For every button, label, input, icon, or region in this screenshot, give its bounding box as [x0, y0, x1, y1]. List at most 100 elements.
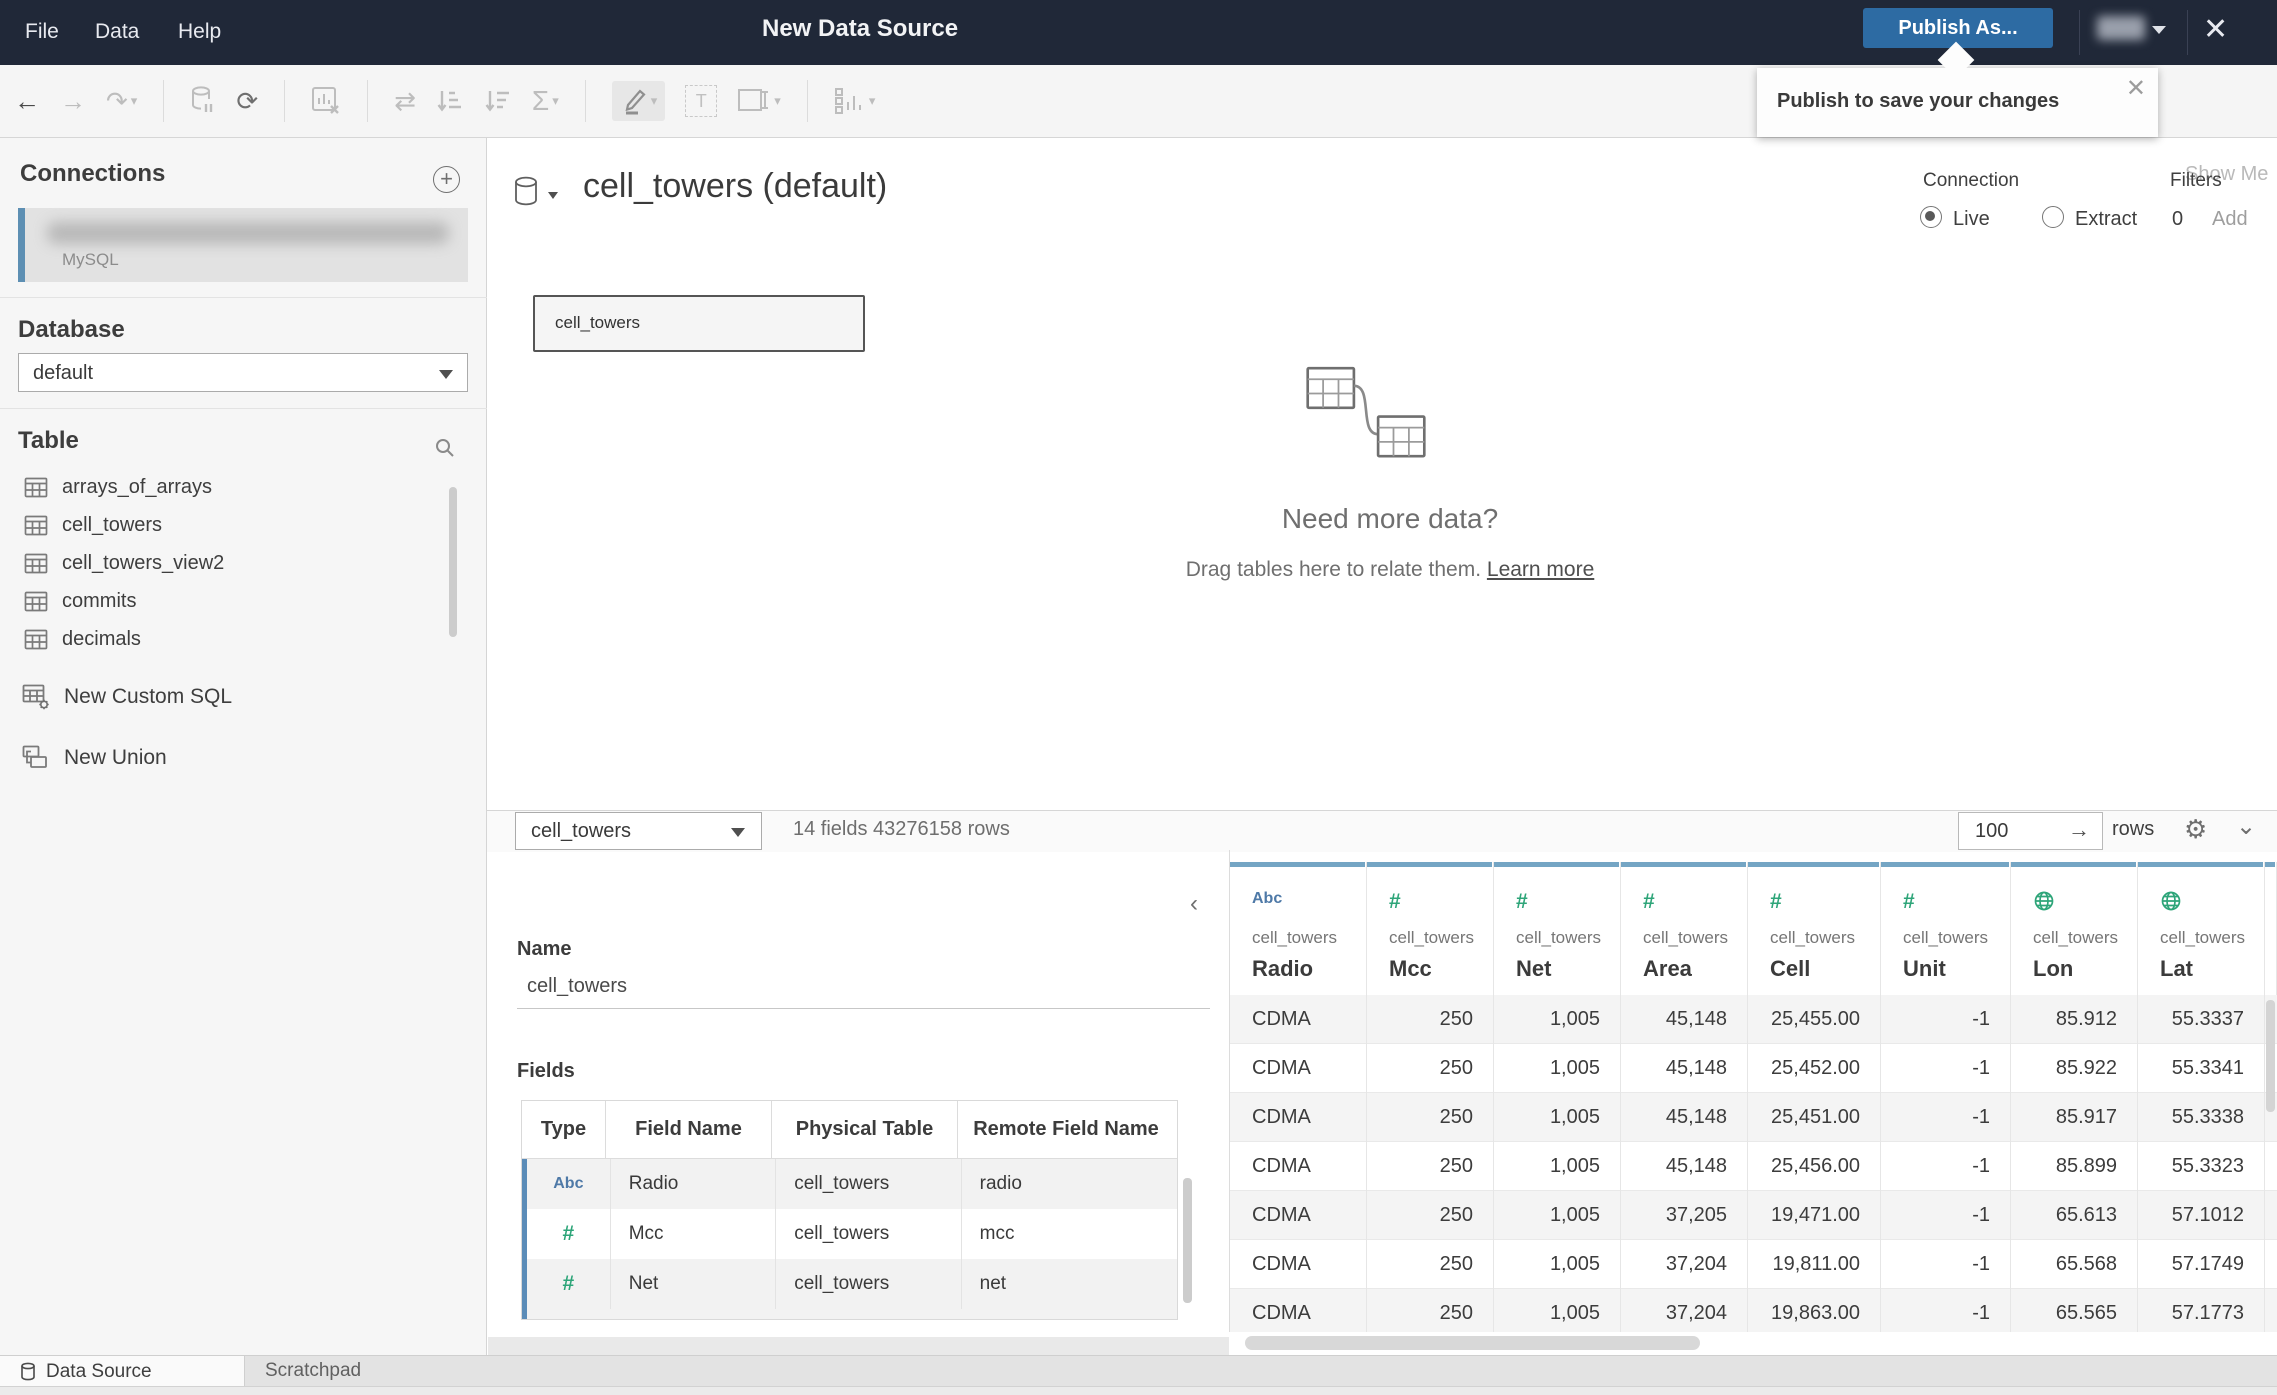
undo-icon[interactable]: ←	[14, 86, 40, 117]
row-count-apply-icon[interactable]: →	[2068, 817, 2090, 843]
fields-row[interactable]: # Mcc cell_towers mcc	[522, 1209, 1177, 1259]
grid-cell[interactable]: -1	[1881, 1289, 2011, 1332]
canvas-table-node[interactable]: cell_towers	[533, 295, 865, 352]
grid-cell[interactable]: 45,148	[1621, 1142, 1748, 1191]
grid-cell[interactable]: 1,005	[1494, 1240, 1621, 1289]
show-me-caret-icon[interactable]: ▾	[869, 93, 876, 109]
highlight-caret-icon[interactable]: ▾	[651, 93, 658, 109]
preview-settings-gear-icon[interactable]: ⚙	[2184, 814, 2207, 845]
grid-cell[interactable]: 57.1773	[2138, 1289, 2265, 1332]
extract-radio-label[interactable]: Extract	[2075, 208, 2137, 231]
grid-cell[interactable]: CDMA	[1230, 1093, 1367, 1142]
grid-column-header[interactable]: Abc cell_towers Radio	[1230, 862, 1367, 995]
live-radio[interactable]	[1920, 206, 1942, 228]
grid-cell[interactable]: 85.899	[2011, 1142, 2138, 1191]
show-me-icon[interactable]: ▾	[834, 86, 876, 116]
totals-caret-icon[interactable]: ▾	[552, 93, 559, 109]
grid-row[interactable]: CDMA 250 1,005 45,148 25,455.00 -1 85.912 55.33…	[1230, 995, 2277, 1044]
grid-cell[interactable]: 250	[1367, 1240, 1494, 1289]
grid-cell[interactable]: 65.568	[2011, 1240, 2138, 1289]
grid-cell[interactable]: 1,005	[1494, 1093, 1621, 1142]
datasource-type-icon[interactable]	[513, 176, 541, 213]
menu-data[interactable]: Data	[95, 20, 139, 44]
tab-scratchpad[interactable]: Scratchpad	[265, 1360, 361, 1382]
datasource-pause-icon[interactable]	[190, 86, 216, 116]
grid-cell[interactable]: 19,471.00	[1748, 1191, 1881, 1240]
grid-cell[interactable]: CDMA	[1230, 1191, 1367, 1240]
extract-radio[interactable]	[2042, 206, 2064, 228]
grid-cell[interactable]: CDMA	[1230, 1142, 1367, 1191]
totals-sigma-icon[interactable]: Σ ▾	[532, 85, 559, 117]
field-name-cell[interactable]: Radio	[611, 1159, 777, 1209]
grid-cell[interactable]: 1,005	[1494, 1044, 1621, 1093]
grid-cell[interactable]: 250	[1367, 1093, 1494, 1142]
grid-cell[interactable]: 45,148	[1621, 1044, 1748, 1093]
user-account-badge[interactable]	[2097, 16, 2145, 40]
live-radio-label[interactable]: Live	[1953, 208, 1990, 231]
field-name-cell[interactable]: Mcc	[611, 1209, 777, 1259]
user-menu-caret-icon[interactable]	[2152, 26, 2166, 34]
sort-descending-icon[interactable]	[484, 87, 512, 115]
grid-cell[interactable]: CDMA	[1230, 1044, 1367, 1093]
tab-data-source[interactable]: Data Source	[0, 1356, 245, 1387]
text-tool-icon[interactable]: T	[685, 85, 718, 117]
fields-row[interactable]: Abc Radio cell_towers radio	[522, 1159, 1177, 1209]
grid-cell[interactable]: 19,863.00	[1748, 1289, 1881, 1332]
collapse-panel-icon[interactable]: ‹	[1190, 890, 1198, 918]
fit-width-icon[interactable]: ▾	[737, 86, 781, 116]
grid-vertical-scrollbar[interactable]	[2266, 1000, 2275, 1112]
highlight-tool-icon[interactable]: ▾	[611, 81, 666, 121]
grid-row[interactable]: CDMA 250 1,005 45,148 25,452.00 -1 85.922 55.33…	[1230, 1044, 2277, 1093]
close-window-icon[interactable]: ✕	[2203, 8, 2228, 52]
grid-cell[interactable]: -1	[1881, 1142, 2011, 1191]
grid-cell[interactable]: CDMA	[1230, 995, 1367, 1044]
grid-column-header[interactable]: cell_towers Lon	[2011, 862, 2138, 995]
grid-cell[interactable]: 55.3341	[2138, 1044, 2265, 1093]
grid-cell[interactable]: 1,005	[1494, 1191, 1621, 1240]
sidebar-table-item[interactable]: cell_towers	[24, 508, 162, 542]
grid-row[interactable]: CDMA 250 1,005 45,148 25,456.00 -1 85.899 55.33…	[1230, 1142, 2277, 1191]
grid-cell[interactable]: 85.912	[2011, 995, 2138, 1044]
grid-cell[interactable]: 25,456.00	[1748, 1142, 1881, 1191]
grid-cell[interactable]: 25,451.00	[1748, 1093, 1881, 1142]
new-custom-sql-button[interactable]: New Custom SQL	[22, 683, 232, 711]
grid-row[interactable]: CDMA 250 1,005 37,205 19,471.00 -1 65.613 57.10…	[1230, 1191, 2277, 1240]
sidebar-table-item[interactable]: arrays_of_arrays	[24, 470, 212, 504]
grid-cell[interactable]: 250	[1367, 1191, 1494, 1240]
grid-cell[interactable]: CDMA	[1230, 1289, 1367, 1332]
connection-item[interactable]: MySQL	[18, 208, 468, 282]
grid-column-header[interactable]: cell_towers Lat	[2138, 862, 2265, 995]
table-search-icon[interactable]	[433, 436, 457, 465]
tooltip-close-icon[interactable]: ✕	[2126, 74, 2146, 103]
preview-table-select[interactable]: cell_towers	[515, 812, 762, 850]
grid-column-header[interactable]: # cell_towers Area	[1621, 862, 1748, 995]
grid-row[interactable]: CDMA 250 1,005 37,204 19,863.00 -1 65.565 57.17…	[1230, 1289, 2277, 1332]
sidebar-table-item[interactable]: decimals	[24, 622, 141, 656]
fields-table-scrollbar[interactable]	[1183, 1178, 1192, 1303]
table-list-scrollbar[interactable]	[449, 487, 457, 637]
grid-horizontal-scrollbar[interactable]	[1245, 1336, 1700, 1350]
sidebar-table-item[interactable]: commits	[24, 584, 136, 618]
new-union-button[interactable]: New Union	[22, 745, 167, 771]
grid-column-header[interactable]: # cell_towers Unit	[1881, 862, 2011, 995]
grid-cell[interactable]: 65.613	[2011, 1191, 2138, 1240]
grid-cell[interactable]: 45,148	[1621, 1093, 1748, 1142]
grid-column-header[interactable]: # cell_towers Net	[1494, 862, 1621, 995]
swap-rows-columns-icon[interactable]: ⇄	[394, 86, 416, 117]
grid-cell[interactable]: 37,204	[1621, 1240, 1748, 1289]
refresh-icon[interactable]: ⟳	[236, 86, 258, 117]
grid-cell[interactable]: 250	[1367, 1142, 1494, 1191]
grid-cell[interactable]: -1	[1881, 1191, 2011, 1240]
grid-row[interactable]: CDMA 250 1,005 45,148 25,451.00 -1 85.917 55.33…	[1230, 1093, 2277, 1142]
grid-cell[interactable]: 65.565	[2011, 1289, 2138, 1332]
grid-cell[interactable]: 37,204	[1621, 1289, 1748, 1332]
grid-cell[interactable]: 25,452.00	[1748, 1044, 1881, 1093]
grid-cell[interactable]: 45,148	[1621, 995, 1748, 1044]
grid-cell[interactable]: -1	[1881, 1044, 2011, 1093]
grid-cell[interactable]: 19,811.00	[1748, 1240, 1881, 1289]
grid-cell[interactable]: 250	[1367, 1044, 1494, 1093]
grid-cell[interactable]: 250	[1367, 995, 1494, 1044]
menu-help[interactable]: Help	[178, 20, 221, 44]
grid-cell[interactable]: -1	[1881, 1093, 2011, 1142]
publish-as-button[interactable]: Publish As...	[1863, 8, 2053, 48]
